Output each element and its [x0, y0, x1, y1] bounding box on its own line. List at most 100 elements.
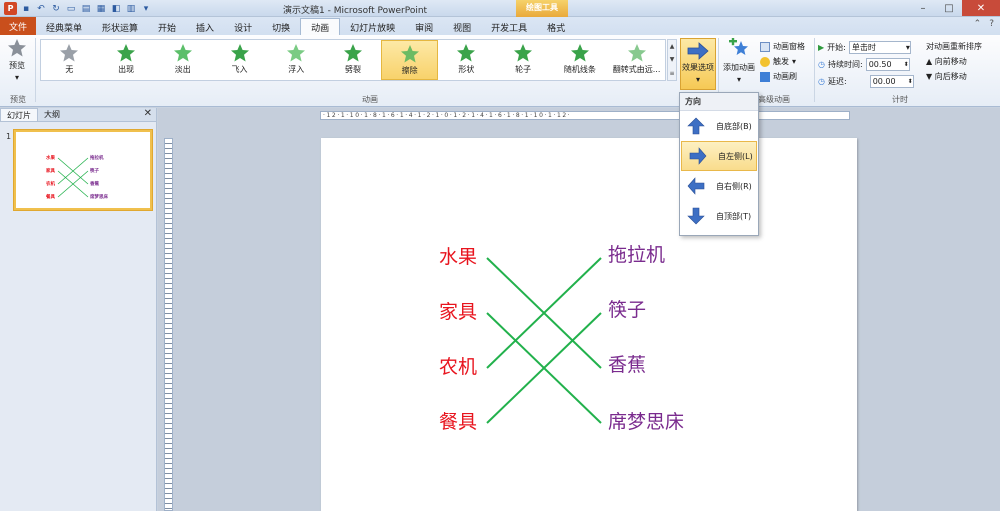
add-animation-button[interactable]: 添加动画 ▾	[722, 38, 756, 90]
arrow-left-icon	[686, 176, 706, 196]
right-word-tractor[interactable]: 拖拉机	[608, 240, 665, 267]
anim-label: 飞入	[231, 65, 248, 74]
anim-wipe[interactable]: 擦除	[381, 40, 439, 80]
left-word-fruit[interactable]: 水果	[439, 242, 477, 269]
star-green-icon	[400, 45, 419, 63]
format-icon[interactable]: ▤	[80, 3, 92, 15]
preview-dropdown-icon[interactable]: ▾	[15, 73, 19, 82]
animation-pane-button[interactable]: 动画窗格	[760, 41, 805, 52]
delay-clock-icon: ◷	[818, 77, 825, 86]
slide-thumbnail[interactable]: 水果 家具 农机 餐具 拖拉机 筷子 香蕉 席梦思床	[14, 130, 152, 210]
collapse-ribbon-icon[interactable]: ⌃	[974, 19, 982, 29]
undo-icon[interactable]: ↶	[35, 3, 47, 15]
delay-stepper[interactable]: 00.00 ⬍	[869, 75, 914, 88]
anim-label: 翻转式由远...	[612, 65, 661, 74]
direction-label: 自顶部(T)	[716, 211, 752, 221]
tab-classic-menu[interactable]: 经典菜单	[36, 19, 92, 35]
move-earlier-button[interactable]: ▲ 向前移动	[926, 56, 982, 67]
customize-qat-icon[interactable]: ▾	[140, 3, 152, 15]
left-word-furniture[interactable]: 家具	[439, 297, 477, 324]
anim-fade[interactable]: 淡出	[154, 40, 211, 80]
anim-appear[interactable]: 出现	[98, 40, 155, 80]
gallery-more-icon[interactable]: ≡	[669, 70, 674, 77]
anim-split[interactable]: 劈裂	[325, 40, 382, 80]
stepper-icon[interactable]: ⬍	[904, 61, 909, 68]
tab-developer[interactable]: 开发工具	[481, 19, 537, 35]
gallery-scroll[interactable]: ▲ ▼ ≡	[667, 39, 677, 81]
ribbon-tabs: 文件 经典菜单 形状运算 开始 插入 设计 切换 动画 幻灯片放映 审阅 视图 …	[0, 17, 1000, 35]
triangle-down-icon: ▼	[926, 72, 933, 81]
anim-grow-turn[interactable]: 翻转式由远...	[608, 40, 665, 80]
trigger-icon	[760, 56, 770, 67]
direction-from-top[interactable]: 自顶部(T)	[680, 201, 758, 231]
help-icon[interactable]: ?	[989, 19, 994, 29]
anim-shape[interactable]: 形状	[438, 40, 495, 80]
thumb-right-word: 拖拉机	[90, 156, 104, 161]
stepper-icon[interactable]: ⬍	[908, 78, 913, 85]
anim-none[interactable]: 无	[41, 40, 98, 80]
direction-from-bottom[interactable]: 自底部(B)	[680, 111, 758, 141]
start-select[interactable]: 单击时 ▾	[848, 41, 911, 54]
effect-options-button[interactable]: 效果选项 ▾	[680, 38, 716, 90]
tab-file[interactable]: 文件	[0, 17, 36, 35]
close-icon[interactable]: ✕	[144, 108, 152, 119]
close-icon[interactable]: ✕	[962, 0, 1000, 16]
thumb-right-word: 筷子	[90, 169, 99, 174]
scroll-down-icon[interactable]: ▼	[670, 56, 675, 63]
direction-from-right[interactable]: 自右侧(R)	[680, 171, 758, 201]
tab-outline[interactable]: 大纲	[38, 108, 66, 121]
anim-wheel[interactable]: 轮子	[495, 40, 552, 80]
tab-insert[interactable]: 插入	[186, 19, 224, 35]
right-word-mattress[interactable]: 席梦思床	[608, 407, 684, 434]
direction-from-left[interactable]: 自左侧(L)	[681, 141, 757, 171]
shape-icon[interactable]: ◧	[110, 3, 122, 15]
duration-stepper[interactable]: 00.50 ⬍	[865, 58, 910, 71]
tab-slides[interactable]: 幻灯片	[0, 108, 38, 121]
redo-icon[interactable]: ↻	[50, 3, 62, 15]
tab-format[interactable]: 格式	[537, 19, 575, 35]
tab-design[interactable]: 设计	[224, 19, 262, 35]
triangle-up-icon: ▲	[926, 57, 933, 66]
anim-label: 出现	[118, 65, 135, 74]
powerpoint-logo-icon[interactable]: P	[4, 2, 17, 15]
direction-label: 自右侧(R)	[716, 181, 752, 191]
anim-label: 随机线条	[563, 65, 596, 74]
tab-home[interactable]: 开始	[148, 19, 186, 35]
maximize-icon[interactable]: □	[936, 0, 962, 16]
right-word-banana[interactable]: 香蕉	[608, 350, 646, 377]
anim-fly-in[interactable]: 飞入	[211, 40, 268, 80]
tab-view[interactable]: 视图	[443, 19, 481, 35]
start-value: 单击时	[851, 43, 876, 52]
tab-shape-ops[interactable]: 形状运算	[92, 19, 148, 35]
slide-canvas[interactable]: 水果 家具 农机 餐具 拖拉机 筷子 香蕉 席梦思床	[321, 138, 857, 511]
trigger-button[interactable]: 触发 ▾	[760, 56, 805, 67]
print-icon[interactable]: ▦	[95, 3, 107, 15]
window-title: 演示文稿1 - Microsoft PowerPoint	[283, 6, 428, 16]
anim-random-bars[interactable]: 随机线条	[551, 40, 608, 80]
anim-float-in[interactable]: 浮入	[268, 40, 325, 80]
connector-lines	[486, 257, 602, 424]
right-word-chopsticks[interactable]: 筷子	[608, 295, 646, 322]
scroll-up-icon[interactable]: ▲	[670, 43, 675, 50]
left-word-tableware[interactable]: 餐具	[439, 407, 477, 434]
tab-animations[interactable]: 动画	[300, 18, 341, 35]
tab-review[interactable]: 审阅	[405, 19, 443, 35]
minimize-icon[interactable]: –	[910, 0, 936, 16]
effect-options-dropdown-icon: ▾	[695, 75, 700, 84]
thumb-left-word: 水果	[46, 156, 55, 161]
table-icon[interactable]: ▥	[125, 3, 137, 15]
duration-label: 持续时间:	[827, 60, 863, 69]
animation-painter-icon	[760, 71, 770, 82]
preview-button[interactable]: 预览 ▾	[3, 38, 31, 88]
reorder-title: 对动画重新排序	[926, 42, 982, 51]
move-later-button[interactable]: ▼ 向后移动	[926, 71, 982, 82]
thumb-right-word: 香蕉	[90, 182, 99, 187]
effect-options-dropdown: 方向 自底部(B) 自左侧(L) 自右侧(R) 自顶部(T)	[679, 92, 759, 236]
animation-painter-button[interactable]: 动画刷	[760, 71, 805, 82]
left-word-farm-machine[interactable]: 农机	[439, 352, 477, 379]
thumb-right-word: 席梦思床	[90, 195, 108, 200]
tab-slideshow[interactable]: 幻灯片放映	[340, 19, 405, 35]
new-slide-icon[interactable]: ▭	[65, 3, 77, 15]
tab-transitions[interactable]: 切换	[262, 19, 300, 35]
save-icon[interactable]: ▪	[20, 3, 32, 15]
